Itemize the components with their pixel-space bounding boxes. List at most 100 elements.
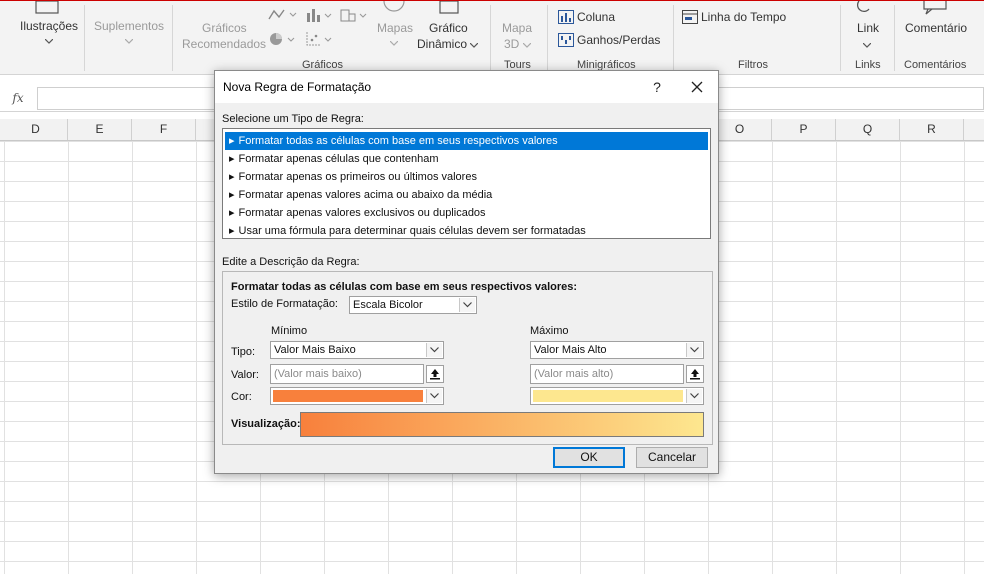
format-style-dropdown[interactable] — [459, 298, 475, 312]
maximum-range-picker-button[interactable] — [686, 365, 704, 383]
cancel-button[interactable]: Cancelar — [636, 447, 708, 468]
pivot-chart-label-1: Gráfico — [429, 21, 468, 35]
bar-chart-icon[interactable] — [305, 7, 335, 23]
minimum-color-dropdown[interactable] — [426, 389, 442, 403]
column-header[interactable]: Q — [836, 119, 900, 140]
sparkline-winloss-button[interactable]: Ganhos/Perdas — [556, 32, 666, 50]
link-icon — [857, 1, 870, 13]
maps-label: Mapas — [377, 21, 414, 35]
column-header[interactable]: R — [900, 119, 964, 140]
timeline-button[interactable]: Linha do Tempo — [680, 9, 790, 27]
minimum-range-picker-button[interactable] — [426, 365, 444, 383]
minimum-type-value: Valor Mais Baixo — [274, 344, 356, 356]
maximum-type-select[interactable]: Valor Mais Alto — [530, 341, 704, 359]
comment-label: Comentário — [905, 21, 968, 35]
chevron-down-icon — [863, 43, 871, 48]
type-label: Tipo: — [231, 346, 256, 358]
column-header[interactable]: P — [772, 119, 836, 140]
maximum-value-input[interactable]: (Valor mais alto) — [530, 364, 684, 384]
rule-type-item[interactable]: ▸ Formatar apenas valores exclusivos ou d… — [225, 204, 708, 222]
maximum-color-picker[interactable] — [530, 387, 704, 405]
description-heading: Formatar todas as células com base em se… — [231, 281, 578, 293]
group-label-links: Links — [855, 59, 881, 71]
rule-type-item[interactable]: ▸ Usar uma fórmula para determinar quais … — [225, 222, 708, 240]
pivot-chart-label-2: Dinâmico — [417, 37, 468, 51]
maximum-type-value: Valor Mais Alto — [534, 344, 607, 356]
format-style-value: Escala Bicolor — [353, 299, 423, 311]
addins-label: Suplementos — [94, 19, 165, 33]
chevron-down-icon — [430, 347, 439, 353]
color-label: Cor: — [231, 391, 252, 403]
maximum-color-swatch — [533, 390, 683, 402]
3d-map-label-1: Mapa — [502, 21, 533, 35]
new-formatting-rule-dialog: Nova Regra de Formatação ? Selecione um … — [214, 70, 719, 474]
maximum-color-dropdown[interactable] — [686, 389, 702, 403]
chevron-down-icon — [690, 393, 699, 399]
addins-button[interactable]: Suplementos — [88, 1, 168, 57]
chevron-down-icon — [430, 393, 439, 399]
rule-type-label: Formatar apenas valores acima ou abaixo … — [238, 189, 493, 201]
ribbon-separator — [84, 5, 85, 71]
chevron-down-icon — [470, 43, 478, 48]
pivot-chart-icon — [439, 1, 459, 14]
maximum-type-dropdown[interactable] — [686, 343, 702, 357]
illustrations-label: Ilustrações — [20, 19, 79, 33]
scatter-chart-icon[interactable] — [305, 31, 335, 47]
timeline-icon — [682, 10, 698, 24]
ribbon-separator — [894, 5, 895, 71]
column-header[interactable]: F — [132, 119, 196, 140]
comment-icon — [923, 1, 947, 15]
help-button[interactable]: ? — [647, 77, 667, 97]
comment-button[interactable]: Comentário — [900, 1, 978, 57]
value-label: Valor: — [231, 369, 259, 381]
arrow-right-icon: ▸ — [229, 153, 235, 165]
minimum-color-picker[interactable] — [270, 387, 444, 405]
arrow-right-icon: ▸ — [229, 225, 235, 237]
link-button[interactable]: Link — [848, 1, 888, 57]
rule-type-item[interactable]: ▸ Formatar apenas valores acima ou abaixo… — [225, 186, 708, 204]
hierarchy-chart-icon[interactable] — [340, 7, 370, 23]
minimum-value-input[interactable]: (Valor mais baixo) — [270, 364, 424, 384]
collapse-dialog-icon — [430, 369, 440, 380]
maps-button[interactable]: Mapas — [372, 1, 416, 57]
rule-type-label: Formatar apenas valores exclusivos ou du… — [238, 207, 486, 219]
illustrations-button[interactable]: Ilustrações — [14, 1, 80, 57]
ok-button[interactable]: OK — [553, 447, 625, 468]
minimum-type-select[interactable]: Valor Mais Baixo — [270, 341, 444, 359]
dialog-titlebar[interactable]: Nova Regra de Formatação ? — [215, 71, 718, 103]
rule-type-item[interactable]: ▸ Formatar apenas células que contenham — [225, 150, 708, 168]
illustrations-icon — [35, 1, 59, 14]
globe-icon — [383, 1, 405, 12]
column-header[interactable]: D — [4, 119, 68, 140]
preview-gradient — [300, 412, 704, 437]
minimum-type-dropdown[interactable] — [426, 343, 442, 357]
pie-chart-icon[interactable] — [268, 31, 298, 47]
pivot-chart-button[interactable]: Gráfico Dinâmico — [414, 1, 484, 57]
ribbon-separator — [490, 5, 491, 71]
recommended-charts-button[interactable]: Gráficos Recomendados — [176, 1, 268, 57]
sparkline-winloss-label: Ganhos/Perdas — [577, 33, 661, 47]
sparkline-column-button[interactable]: Coluna — [556, 9, 636, 27]
chevron-down-icon — [125, 39, 133, 44]
insert-function-icon[interactable]: fx — [3, 88, 33, 108]
chevron-down-icon — [463, 302, 472, 308]
preview-label: Visualização: — [231, 418, 301, 430]
rule-type-label: Formatar apenas os primeiros ou últimos … — [238, 171, 477, 183]
rule-type-label: Usar uma fórmula para determinar quais c… — [238, 225, 586, 237]
maximum-header: Máximo — [530, 325, 569, 337]
rule-type-item[interactable]: ▸ Formatar apenas os primeiros ou últimos… — [225, 168, 708, 186]
sparkline-column-label: Coluna — [577, 10, 616, 24]
ribbon-separator — [673, 5, 674, 71]
dialog-title: Nova Regra de Formatação — [223, 80, 372, 94]
chevron-down-icon — [523, 43, 531, 48]
rule-type-item[interactable]: ▸ Formatar todas as células com base em s… — [225, 132, 708, 150]
ribbon-separator — [840, 5, 841, 71]
close-button[interactable] — [685, 76, 709, 98]
rule-type-list[interactable]: ▸ Formatar todas as células com base em s… — [222, 128, 711, 239]
column-header[interactable]: E — [68, 119, 132, 140]
format-style-select[interactable]: Escala Bicolor — [349, 296, 477, 314]
ribbon-separator — [547, 5, 548, 71]
ribbon: Ilustrações Suplementos Gráficos Recomen… — [0, 0, 984, 75]
3d-map-button[interactable]: Mapa 3D — [496, 1, 542, 57]
line-chart-icon[interactable] — [268, 7, 298, 23]
